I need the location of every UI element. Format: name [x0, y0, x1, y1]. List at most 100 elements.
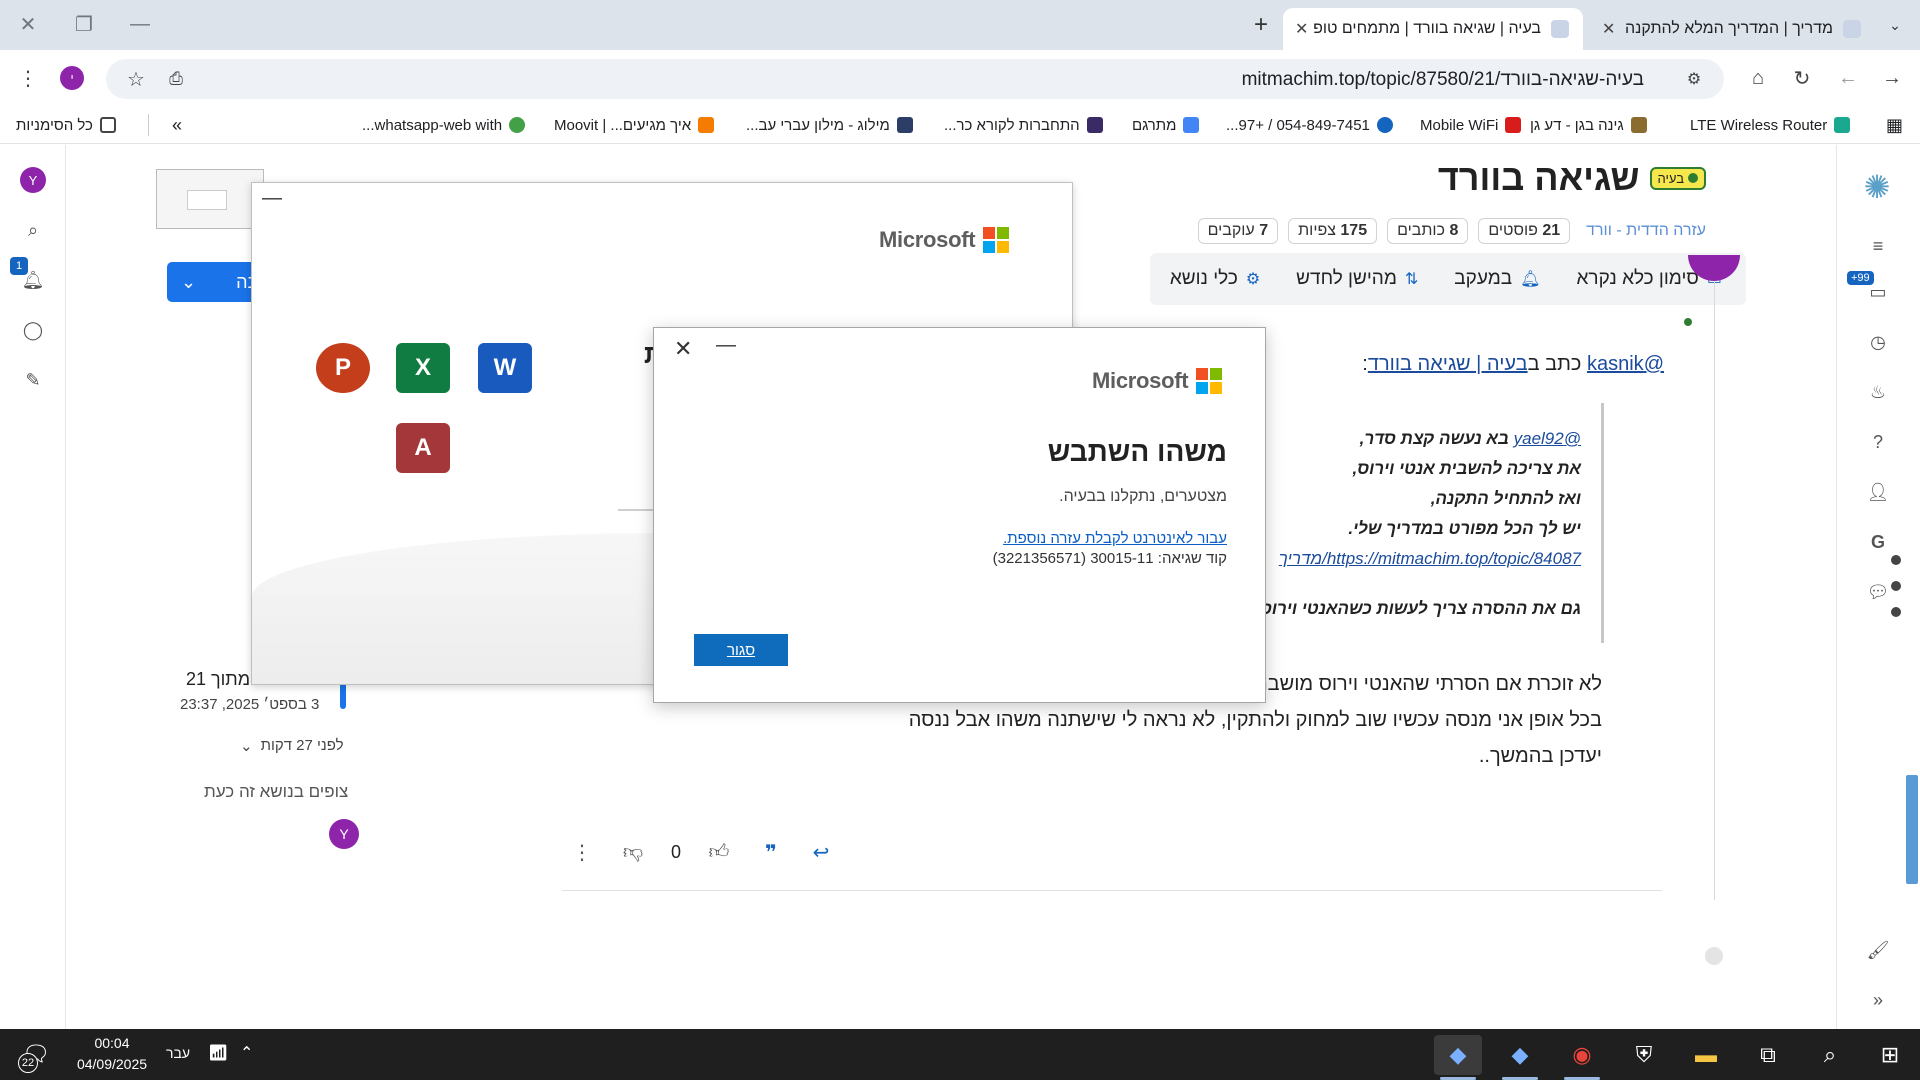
topic-stats: עזרה הדדית - וורד 21 פוסטים 8 כותבים 175… — [1197, 218, 1706, 244]
tab-close-icon[interactable]: ✕ — [1602, 19, 1615, 39]
tab-search-icon[interactable]: ⌄ — [1880, 10, 1910, 40]
search-icon[interactable]: ⌕ — [1806, 1035, 1854, 1075]
chat-icon[interactable]: ◯ — [18, 315, 48, 345]
bookmark-item[interactable]: מתרגם — [1132, 114, 1200, 136]
bell-icon: 🔔︎ — [1520, 271, 1541, 288]
profile-avatar[interactable]: י — [60, 66, 84, 90]
vote-count: 0 — [670, 841, 681, 862]
bookmark-item[interactable]: 054-849-7451 / +97... — [1226, 114, 1393, 136]
quote-icon[interactable]: ❞ — [756, 837, 786, 867]
tab-close-icon[interactable]: ✕ — [1295, 19, 1308, 39]
close-button[interactable]: סגור — [694, 634, 788, 666]
close-dialog-icon[interactable]: ✕ — [674, 336, 692, 362]
online-help-link[interactable]: עבור לאינטרנט לקבלת עזרה נוספת. — [1003, 530, 1227, 547]
whatsapp-icon — [509, 117, 526, 133]
menu-kebab-icon[interactable]: ⋮ — [12, 62, 44, 94]
guide-link[interactable]: https://mitmachim.top/topic/84087/מדריך — [1279, 549, 1581, 568]
user-avatar[interactable]: Y — [18, 165, 48, 195]
input-language[interactable]: עבר — [166, 1045, 190, 1061]
topic-tag-badge[interactable]: בעיה — [1649, 166, 1706, 190]
bookmark-item[interactable]: Mobile WiFi — [1420, 114, 1522, 136]
minimize-window-icon[interactable]: — — [112, 0, 168, 48]
tray-overflow-icon[interactable]: ⌃ — [240, 1043, 253, 1063]
popular-fire-icon[interactable]: ♨ — [1863, 377, 1893, 407]
tab-active[interactable]: בעיה | שגיאה בוורד | מתמחים טופ ✕ — [1283, 8, 1583, 50]
task-view-icon[interactable]: ⧉ — [1744, 1035, 1792, 1075]
back-icon[interactable]: → — [1876, 62, 1908, 94]
chats-icon[interactable]: 💬︎ — [1863, 577, 1893, 607]
quoted-topic-link[interactable]: בעיה | שגיאה בוורד — [1368, 353, 1528, 375]
chrome-icon[interactable]: ◉ — [1558, 1035, 1606, 1080]
topic-tools-button[interactable]: ⚙ כלי נושא — [1170, 268, 1260, 290]
right-sidebar: ✺ ≡ ▭ +99 ◷ ♨ ? 👤︎ G 💬︎ 🖌︎ » — [1836, 145, 1920, 1029]
watcher-avatar[interactable]: Y — [329, 819, 359, 849]
post-menu-icon[interactable]: ⋮ — [570, 837, 594, 867]
time-ago[interactable]: לפני 27 דקות ⌄ — [240, 737, 344, 755]
watching-button[interactable]: 🔔︎ במעקב — [1454, 268, 1540, 290]
theme-brush-icon[interactable]: 🖌︎ — [1863, 935, 1893, 965]
tab-inactive[interactable]: מדריך | המדריך המלא להתקנה ✕ — [1590, 8, 1875, 50]
bookmark-item[interactable]: מילוג - מילון עברי עב... — [746, 114, 913, 136]
bookmark-item[interactable]: whatsapp-web with... — [362, 114, 526, 136]
reply-arrow-icon[interactable]: ↩ — [806, 837, 836, 867]
copilot-app-icon-2[interactable]: ◆ — [1496, 1035, 1544, 1080]
bookmarks-separator — [148, 114, 149, 136]
search-icon[interactable]: ⌕ — [18, 215, 48, 245]
category-link[interactable]: עזרה הדדית - וורד — [1586, 222, 1706, 240]
restore-window-icon[interactable]: ❐ — [56, 0, 112, 48]
bookmark-item[interactable]: גינה בגן - דע גן — [1530, 114, 1647, 136]
tag-dot-icon — [1688, 173, 1698, 183]
apps-grid-icon[interactable]: ▦ — [1886, 114, 1903, 136]
mention-link[interactable]: @yael92 — [1514, 429, 1581, 448]
phone-icon — [1376, 117, 1393, 133]
quoted-user-link[interactable]: @kasnik — [1587, 353, 1664, 375]
notifications-bell-icon[interactable]: 🔔︎ 1 — [10, 257, 48, 295]
users-icon[interactable]: 👤︎ — [1863, 477, 1893, 507]
address-bar[interactable]: ☆ ⎙ mitmachim.top/topic/87580/21/בעיה-שג… — [106, 59, 1724, 99]
bookmark-item[interactable]: איך מגיעים... | Moovit — [554, 114, 715, 136]
compose-icon[interactable]: ✎ — [18, 365, 48, 395]
chevron-down-icon[interactable]: ⌄ — [181, 272, 196, 293]
forward-icon[interactable]: ← — [1832, 62, 1864, 94]
upvote-icon[interactable]: 👍︎ — [704, 837, 734, 867]
system-clock[interactable]: 00:04 04/09/2025 — [70, 1033, 154, 1075]
home-icon[interactable]: ⌂ — [1742, 62, 1774, 94]
close-window-icon[interactable]: ✕ — [0, 0, 56, 48]
minimize-window-icon[interactable]: — — [262, 187, 282, 210]
notification-center-icon[interactable]: 🗨︎ 22 — [18, 1041, 52, 1073]
post-divider — [562, 890, 1662, 891]
install-app-icon[interactable]: ⎙ — [160, 63, 192, 95]
menu-hamburger-icon[interactable]: ≡ — [1863, 231, 1893, 261]
office-error-dialog: ✕ — Microsoft משהו השתבש מצטערים, נתקלנו… — [653, 327, 1266, 703]
router-icon — [1834, 117, 1851, 133]
recent-clock-icon[interactable]: ◷ — [1863, 327, 1893, 357]
wifi-icon[interactable]: 📶︎ — [208, 1043, 228, 1063]
bookmark-star-icon[interactable]: ☆ — [120, 63, 152, 95]
bookmarks-overflow-button[interactable]: » — [172, 114, 182, 136]
help-icon[interactable]: ? — [1863, 427, 1893, 457]
new-tab-button[interactable]: + — [1246, 10, 1276, 40]
sort-button[interactable]: ⇅ מהישן לחדש — [1296, 268, 1418, 290]
groups-icon[interactable]: G — [1863, 527, 1893, 557]
dictionary-icon — [896, 117, 913, 133]
bookmark-item[interactable]: התחברות לקורא כר... — [944, 114, 1103, 136]
all-bookmarks-button[interactable]: כל הסימניות — [16, 114, 116, 136]
post-actions: ⋮ 👎︎ 0 👍︎ ❞ ↩ — [570, 837, 840, 867]
reload-icon[interactable]: ↻ — [1786, 62, 1818, 94]
translate-icon — [1183, 117, 1200, 133]
file-explorer-icon[interactable]: ▬ — [1682, 1035, 1730, 1075]
install-progress-line — [618, 509, 658, 511]
minimize-dialog-icon[interactable]: — — [716, 334, 736, 357]
bookmark-item[interactable]: LTE Wireless Router — [1690, 114, 1851, 136]
site-settings-icon[interactable]: ⚙ — [1678, 63, 1710, 95]
start-windows-icon[interactable]: ⊞ — [1866, 1035, 1914, 1075]
security-shield-icon[interactable]: ⛨ — [1620, 1035, 1668, 1075]
expand-sidebar-icon[interactable]: » — [1863, 985, 1893, 1015]
site-logo-icon[interactable]: ✺ — [1849, 159, 1905, 215]
microsoft-logo: Microsoft — [1092, 368, 1223, 394]
inbox-icon[interactable]: ▭ +99 — [1847, 271, 1893, 307]
copilot-app-icon[interactable]: ◆ — [1434, 1035, 1482, 1080]
page-scrollbar-thumb[interactable] — [1906, 775, 1918, 884]
quote-attribution: @kasnik כתב בבעיה | שגיאה בוורד: — [1362, 353, 1664, 375]
downvote-icon[interactable]: 👎︎ — [618, 837, 648, 867]
